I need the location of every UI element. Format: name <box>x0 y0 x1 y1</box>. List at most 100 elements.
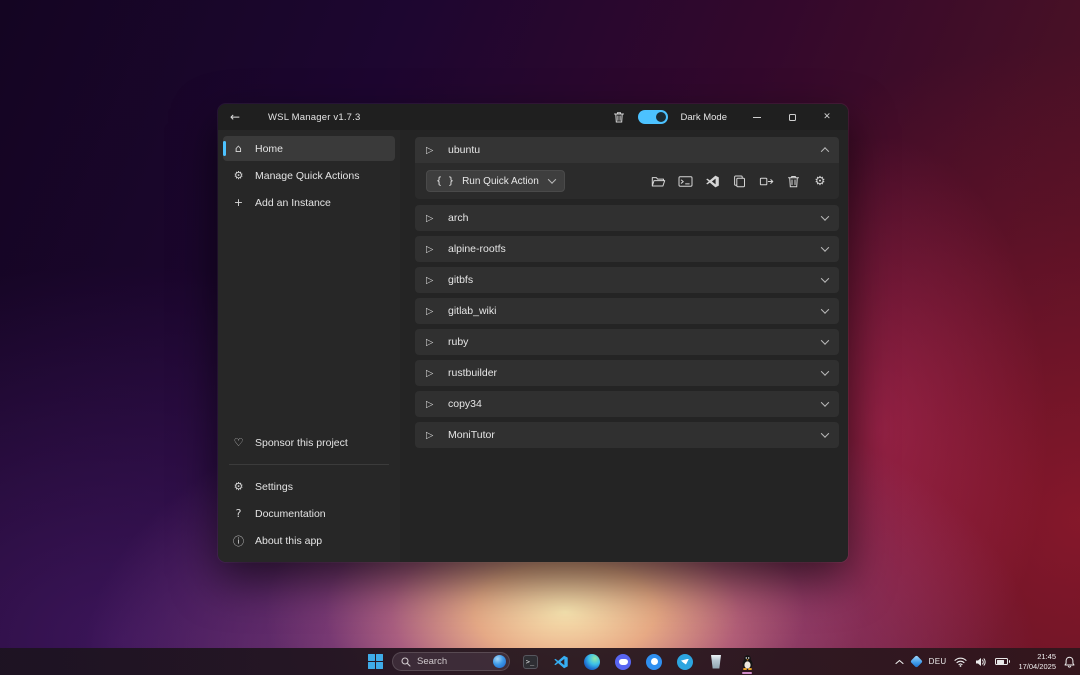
instance-row-alpine-rootfs[interactable]: ▷ alpine-rootfs <box>415 236 839 262</box>
heart-icon: ♡ <box>232 436 245 449</box>
sidebar-item-label: Settings <box>255 481 293 493</box>
instance-actions-panel: { } Run Quick Action <box>415 163 839 199</box>
dark-mode-label: Dark Mode <box>681 112 727 123</box>
sidebar-item-settings[interactable]: ⚙ Settings <box>223 474 395 499</box>
maximize-button[interactable] <box>781 108 803 126</box>
open-folder-icon[interactable] <box>650 173 666 189</box>
chevron-down-icon[interactable] <box>821 367 829 375</box>
back-icon[interactable]: ← <box>230 110 254 124</box>
wsl-manager-window: ← WSL Manager v1.7.3 Dark Mode ✕ ⌂ Home … <box>218 104 848 562</box>
instance-row-gitlab-wiki[interactable]: ▷ gitlab_wiki <box>415 298 839 324</box>
instance-row-ubuntu[interactable]: ▷ ubuntu <box>415 137 839 163</box>
taskbar-edge-icon[interactable] <box>581 648 603 675</box>
minimize-icon <box>753 117 761 118</box>
play-icon[interactable]: ▷ <box>426 213 439 224</box>
play-icon[interactable]: ▷ <box>426 337 439 348</box>
tray-gem-icon[interactable] <box>912 657 921 666</box>
home-icon: ⌂ <box>232 142 245 155</box>
instance-row-monitutor[interactable]: ▷ MoniTutor <box>415 422 839 448</box>
play-icon[interactable]: ▷ <box>426 306 439 317</box>
taskbar-telegram-icon[interactable] <box>674 648 696 675</box>
active-app-indicator <box>742 672 752 674</box>
chevron-down-icon[interactable] <box>821 305 829 313</box>
minimize-button[interactable] <box>746 108 768 126</box>
language-indicator[interactable]: DEU <box>929 657 947 666</box>
terminal-icon[interactable] <box>677 173 693 189</box>
sidebar-item-home[interactable]: ⌂ Home <box>223 136 395 161</box>
windows-start-icon[interactable] <box>368 654 383 669</box>
sidebar-item-label: Add an Instance <box>255 197 331 209</box>
taskbar-search[interactable] <box>392 652 510 671</box>
search-input[interactable] <box>417 656 487 667</box>
play-icon[interactable]: ▷ <box>426 368 439 379</box>
clock[interactable]: 21:45 17/04/2025 <box>1018 652 1056 672</box>
instance-row-rustbuilder[interactable]: ▷ rustbuilder <box>415 360 839 386</box>
gear-icon: ⚙ <box>232 480 245 493</box>
instance-row-copy34[interactable]: ▷ copy34 <box>415 391 839 417</box>
chevron-down-icon[interactable] <box>821 243 829 251</box>
vscode-icon[interactable] <box>704 173 720 189</box>
search-icon <box>401 657 411 667</box>
taskbar-discord-icon[interactable] <box>612 648 634 675</box>
close-button[interactable]: ✕ <box>816 108 838 126</box>
battery-icon[interactable] <box>995 658 1010 665</box>
instance-row-arch[interactable]: ▷ arch <box>415 205 839 231</box>
chevron-down-icon[interactable] <box>821 212 829 220</box>
sidebar-divider <box>229 464 389 465</box>
sidebar-item-label: Documentation <box>255 508 326 520</box>
maximize-icon <box>789 114 796 121</box>
taskbar-terminal-icon[interactable]: >_ <box>519 648 541 675</box>
titlebar: ← WSL Manager v1.7.3 Dark Mode ✕ <box>218 104 848 130</box>
dark-mode-toggle[interactable] <box>638 110 668 124</box>
trash-icon[interactable] <box>613 111 625 124</box>
instance-row-gitbfs[interactable]: ▷ gitbfs <box>415 267 839 293</box>
instance-name: copy34 <box>448 398 822 410</box>
taskbar-recycle-bucket-icon[interactable] <box>705 648 727 675</box>
instance-name: ubuntu <box>448 144 822 156</box>
chevron-up-icon[interactable] <box>821 147 829 155</box>
sidebar-item-manage-quick-actions[interactable]: ⚙ Manage Quick Actions <box>223 163 395 188</box>
sidebar-item-sponsor[interactable]: ♡ Sponsor this project <box>223 430 395 455</box>
run-quick-action-button[interactable]: { } Run Quick Action <box>426 170 565 192</box>
selected-accent-bar <box>223 141 226 156</box>
volume-icon[interactable] <box>975 657 987 667</box>
braces-icon: { } <box>436 176 454 187</box>
tray-chevron-up-icon[interactable] <box>895 659 904 665</box>
instance-row-ruby[interactable]: ▷ ruby <box>415 329 839 355</box>
toggle-knob <box>656 112 666 122</box>
wifi-icon[interactable] <box>954 657 967 667</box>
sidebar: ⌂ Home ⚙ Manage Quick Actions + Add an I… <box>218 130 400 562</box>
play-icon[interactable]: ▷ <box>426 399 439 410</box>
play-icon[interactable]: ▷ <box>426 275 439 286</box>
settings-icon[interactable]: ⚙ <box>812 173 828 189</box>
taskbar-tux-wsl-manager-icon[interactable] <box>736 648 758 675</box>
sidebar-item-label: About this app <box>255 535 322 547</box>
instance-name: gitbfs <box>448 274 822 286</box>
sidebar-item-label: Manage Quick Actions <box>255 170 359 182</box>
delete-icon[interactable] <box>785 173 801 189</box>
bing-icon[interactable] <box>493 655 506 668</box>
instance-name: arch <box>448 212 822 224</box>
play-icon[interactable]: ▷ <box>426 145 439 156</box>
notification-bell-icon[interactable] <box>1064 656 1075 668</box>
sidebar-item-add-instance[interactable]: + Add an Instance <box>223 190 395 215</box>
chevron-down-icon <box>548 175 556 183</box>
taskbar-vscode-icon[interactable] <box>550 648 572 675</box>
instance-name: ruby <box>448 336 822 348</box>
play-icon[interactable]: ▷ <box>426 430 439 441</box>
chevron-down-icon[interactable] <box>821 398 829 406</box>
play-icon[interactable]: ▷ <box>426 244 439 255</box>
export-icon[interactable] <box>758 173 774 189</box>
chevron-down-icon[interactable] <box>821 274 829 282</box>
sidebar-item-documentation[interactable]: ? Documentation <box>223 501 395 526</box>
copy-icon[interactable] <box>731 173 747 189</box>
sidebar-item-label: Home <box>255 143 283 155</box>
chevron-down-icon[interactable] <box>821 429 829 437</box>
chevron-down-icon[interactable] <box>821 336 829 344</box>
window-title: WSL Manager v1.7.3 <box>268 112 361 123</box>
instance-name: alpine-rootfs <box>448 243 822 255</box>
sidebar-item-about[interactable]: ⓘ About this app <box>223 528 395 553</box>
info-icon: ⓘ <box>232 533 245 549</box>
instance-list: ▷ ubuntu { } Run Quick Action <box>400 130 848 562</box>
taskbar-signal-icon[interactable] <box>643 648 665 675</box>
